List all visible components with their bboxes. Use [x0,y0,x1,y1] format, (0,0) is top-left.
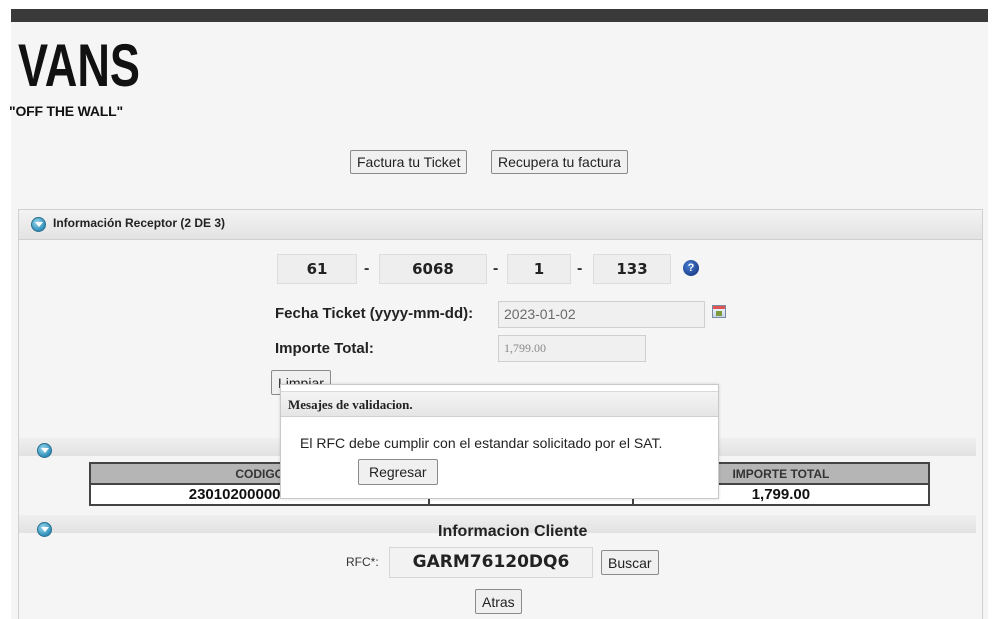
importe-label: Importe Total: [275,340,374,357]
recupera-factura-button[interactable]: Recupera tu factura [491,150,628,174]
top-bar [11,9,988,22]
dialog-header[interactable]: Mesajes de validacion. [281,391,718,417]
ticket-separator: - [577,260,583,277]
dialog-title: Mesajes de validacion. [288,397,413,412]
regresar-button[interactable]: Regresar [358,459,438,485]
calendar-icon[interactable] [712,305,726,318]
collapse-icon[interactable] [37,443,52,458]
collapse-icon[interactable] [37,522,52,537]
vans-logo: VANS [18,32,140,92]
dialog-message: El RFC debe cumplir con el estandar soli… [300,435,663,451]
panel-title: Información Receptor (2 DE 3) [53,216,226,230]
ticket-part-1[interactable]: 61 [277,254,357,284]
atras-button[interactable]: Atras [475,589,522,614]
importe-input[interactable]: 1,799.00 [498,335,646,362]
fecha-label: Fecha Ticket (yyyy-mm-dd): [275,305,474,322]
cliente-title: Informacion Cliente [438,523,588,540]
logo-slogan: "OFF THE WALL" [9,103,123,119]
buscar-button[interactable]: Buscar [601,550,659,575]
ticket-separator: - [493,260,499,277]
ticket-part-3[interactable]: 1 [507,254,571,284]
help-icon[interactable]: ? [683,260,699,276]
rfc-input[interactable]: GARM76120DQ6 [389,547,593,578]
ticket-part-4[interactable]: 133 [593,254,671,284]
ticket-separator: - [364,260,370,277]
fecha-input[interactable]: 2023-01-02 [498,301,705,328]
logo-brand: VANS [18,32,140,92]
collapse-icon[interactable] [31,217,46,232]
rfc-label: RFC*: [346,555,379,569]
factura-ticket-button[interactable]: Factura tu Ticket [350,150,468,174]
ticket-part-2[interactable]: 6068 [379,254,487,284]
validation-dialog: Mesajes de validacion. El RFC debe cumpl… [280,384,719,499]
